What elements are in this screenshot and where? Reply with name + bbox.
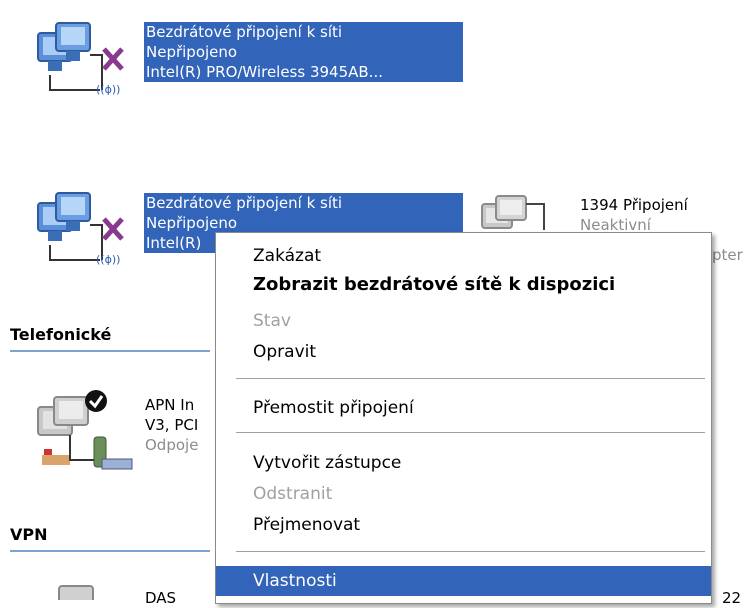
- menu-separator-2: [236, 432, 705, 436]
- top-item-status: Nepřipojeno: [146, 43, 238, 61]
- top-item-name: Bezdrátové připojení k síti: [146, 23, 343, 41]
- menu-item-show-wireless-networks[interactable]: Zobrazit bezdrátové sítě k dispozici: [216, 270, 711, 300]
- svg-text:((ϕ)): ((ϕ)): [96, 253, 120, 266]
- menu-item-bridge[interactable]: Přemostit připojení: [216, 393, 711, 423]
- menu-separator-3: [236, 551, 705, 555]
- item-1394-device: pter: [712, 246, 743, 264]
- menu-item-properties[interactable]: Vlastnosti: [216, 566, 711, 596]
- dialup-connection-icon[interactable]: [30, 385, 140, 475]
- section-telefonicke: Telefonické: [10, 325, 112, 344]
- top-item-label[interactable]: Bezdrátové připojení k síti Nepřipojeno …: [144, 22, 463, 82]
- menu-item-disable[interactable]: Zakázat: [216, 241, 711, 271]
- second-item-name: Bezdrátové připojení k síti: [146, 194, 343, 212]
- second-item-status: Nepřipojeno: [146, 214, 238, 232]
- vpn-connection-icon[interactable]: [55, 580, 105, 605]
- menu-item-repair[interactable]: Opravit: [216, 337, 711, 367]
- vpn-item-name[interactable]: DAS: [145, 588, 176, 608]
- menu-separator-1: [236, 378, 705, 382]
- wireless-connection-icon-2[interactable]: ((ϕ)): [30, 185, 140, 275]
- menu-item-delete: Odstranit: [253, 484, 333, 504]
- wireless-connection-icon[interactable]: ((ϕ)): [30, 15, 140, 105]
- apn-item-line3: Odpoje: [145, 436, 199, 454]
- top-item-device: Intel(R) PRO/Wireless 3945AB...: [146, 63, 383, 81]
- svg-text:((ϕ)): ((ϕ)): [96, 83, 120, 96]
- apn-item-line1[interactable]: APN In: [145, 395, 194, 415]
- item-1394-name[interactable]: 1394 Připojení: [580, 195, 688, 215]
- menu-item-create-shortcut[interactable]: Vytvořit zástupce: [216, 448, 711, 478]
- menu-item-rename[interactable]: Přejmenovat: [216, 510, 711, 540]
- apn-item-line2: V3, PCI: [145, 416, 199, 434]
- menu-item-status: Stav: [253, 311, 291, 331]
- context-menu: Zakázat Zobrazit bezdrátové sítě k dispo…: [215, 232, 712, 604]
- section-telefonicke-divider: [10, 350, 210, 352]
- section-vpn-divider: [10, 550, 210, 552]
- vpn-item-suffix: 22: [722, 589, 742, 607]
- section-vpn: VPN: [10, 525, 48, 544]
